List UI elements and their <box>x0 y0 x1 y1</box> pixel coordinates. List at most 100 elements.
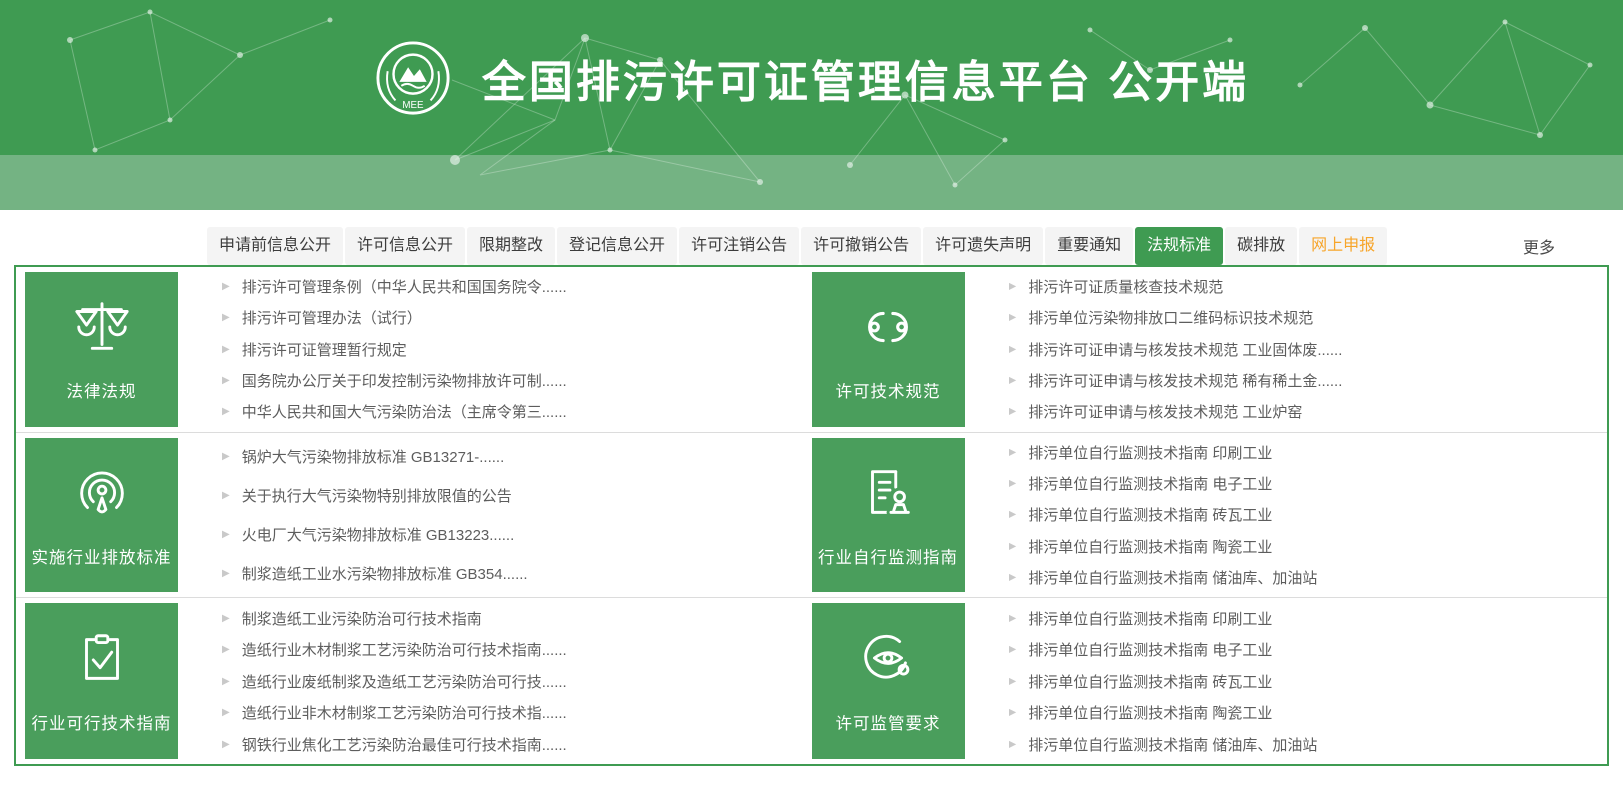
scales-icon <box>71 296 133 358</box>
header-light-band <box>0 155 1623 210</box>
link-item[interactable]: ▶ 排污许可证质量核查技术规范 <box>1009 276 1588 297</box>
link-item[interactable]: ▶ 关于执行大气污染物特别排放限值的公告 <box>222 485 792 506</box>
section-title: 实施行业排放标准 <box>31 548 172 567</box>
arrow-icon: ▶ <box>222 343 230 355</box>
link-item[interactable]: ▶ 火电厂大气污染物排放标准 GB13223...... <box>222 524 792 545</box>
tab-registration-info-disclosure[interactable]: 登记信息公开 <box>557 227 678 265</box>
section-title: 许可技术规范 <box>835 383 941 402</box>
link-item[interactable]: ▶ 排污许可管理办法（试行） <box>222 307 792 328</box>
link-list: ▶ 排污单位自行监测技术指南 印刷工业 ▶ 排污单位自行监测技术指南 电子工业 ▶ 排污单… <box>965 433 1608 598</box>
tab-permit-info-disclosure[interactable]: 许可信息公开 <box>345 227 466 265</box>
link-item[interactable]: ▶ 锅炉大气污染物排放标准 GB13271-...... <box>222 446 792 467</box>
arrow-icon: ▶ <box>1008 375 1017 387</box>
link-item[interactable]: ▶ 制浆造纸工业污染防治可行技术指南 <box>222 608 792 629</box>
section-title: 许可监管要求 <box>835 715 941 734</box>
arrow-icon: ▶ <box>1008 446 1017 458</box>
link-item[interactable]: ▶ 造纸行业废纸制浆及造纸工艺污染防治可行技...... <box>222 671 792 692</box>
section-label-supervision[interactable]: 许可监管要求 <box>811 603 965 759</box>
section-emission-standards: 实施行业排放标准 ▶ 锅炉大气污染物排放标准 GB13271-...... ▶ 关于执… <box>16 433 812 599</box>
link-list: ▶ 排污许可证质量核查技术规范 ▶ 排污单位污染物排放口二维码标识技术规范 ▶ 排污许可证… <box>965 267 1608 432</box>
section-label-permit-specs[interactable]: 许可技术规范 <box>811 272 965 427</box>
section-self-monitoring: 行业自行监测指南 ▶ 排污单位自行监测技术指南 印刷工业 ▶ 排污单位自行监测技术指南… <box>811 433 1608 599</box>
link-item[interactable]: ▶ 排污单位自行监测技术指南 砖瓦工业 <box>1009 671 1588 692</box>
arrow-icon: ▶ <box>1008 478 1017 490</box>
arrow-icon: ▶ <box>222 707 230 719</box>
arrow-icon: ▶ <box>1008 281 1017 293</box>
arrow-icon: ▶ <box>222 489 230 501</box>
link-item[interactable]: ▶ 排污许可证申请与核发技术规范 稀有稀土金...... <box>1009 370 1588 391</box>
arrow-icon: ▶ <box>222 375 230 387</box>
link-item[interactable]: ▶ 排污许可证申请与核发技术规范 工业炉窑 <box>1009 401 1588 422</box>
tab-carbon-emission[interactable]: 碳排放 <box>1225 227 1298 265</box>
link-item[interactable]: ▶ 排污单位自行监测技术指南 储油库、加油站 <box>1009 734 1588 755</box>
arrow-icon: ▶ <box>1008 738 1017 750</box>
clipboard-check-icon <box>71 628 133 690</box>
broadcast-icon <box>71 462 133 524</box>
arrow-icon: ▶ <box>222 568 230 580</box>
svg-text:MEE: MEE <box>402 100 424 111</box>
section-title: 行业可行技术指南 <box>31 715 172 734</box>
section-label-emission-standards[interactable]: 实施行业排放标准 <box>25 437 178 593</box>
link-item[interactable]: ▶ 排污许可管理条例（中华人民共和国国务院令...... <box>222 276 792 297</box>
link-item[interactable]: ▶ 制浆造纸工业水污染物排放标准 GB354...... <box>222 563 792 584</box>
link-item[interactable]: ▶ 排污单位自行监测技术指南 印刷工业 <box>1009 608 1588 629</box>
site-title: 全国排污许可证管理信息平台 公开端 <box>481 57 1250 107</box>
tab-permit-cancellation-notice[interactable]: 许可注销公告 <box>679 227 800 265</box>
section-title: 行业自行监测指南 <box>818 548 958 567</box>
brand: MEE 全国排污许可证管理信息平台 公开端 <box>0 0 1623 155</box>
link-item[interactable]: ▶ 排污单位自行监测技术指南 砖瓦工业 <box>1009 504 1588 525</box>
link-list: ▶ 制浆造纸工业污染防治可行技术指南 ▶ 造纸行业木材制浆工艺污染防治可行技术指南..… <box>178 598 812 764</box>
tab-permit-loss-statement[interactable]: 许可遗失声明 <box>923 227 1044 265</box>
tab-online-declaration[interactable]: 网上申报 <box>1299 227 1388 265</box>
tab-permit-revocation-notice[interactable]: 许可撤销公告 <box>801 227 922 265</box>
section-label-laws[interactable]: 法律法规 <box>25 272 178 427</box>
link-item[interactable]: ▶ 排污单位自行监测技术指南 印刷工业 <box>1009 442 1588 463</box>
link-item[interactable]: ▶ 造纸行业非木材制浆工艺污染防治可行技术指...... <box>222 702 792 723</box>
arrow-icon: ▶ <box>1008 675 1017 687</box>
more-link[interactable]: 更多 <box>1523 234 1555 258</box>
section-label-feasible-tech[interactable]: 行业可行技术指南 <box>25 603 178 759</box>
link-item[interactable]: ▶ 排污单位自行监测技术指南 陶瓷工业 <box>1009 702 1588 723</box>
tab-list: 申请前信息公开 许可信息公开 限期整改 登记信息公开 许可注销公告 许可撤销公告 许可遗失声… <box>207 227 1389 265</box>
arrow-icon: ▶ <box>222 738 230 750</box>
link-item[interactable]: ▶ 造纸行业木材制浆工艺污染防治可行技术指南...... <box>222 639 792 660</box>
link-item[interactable]: ▶ 排污许可证申请与核发技术规范 工业固体废...... <box>1009 339 1588 360</box>
arrow-icon: ▶ <box>222 529 230 541</box>
section-laws: 法律法规 ▶ 排污许可管理条例（中华人民共和国国务院令...... ▶ 排污许可管理办… <box>16 267 812 433</box>
link-item[interactable]: ▶ 排污单位自行监测技术指南 储油库、加油站 <box>1009 567 1588 588</box>
arrow-icon: ▶ <box>222 312 230 324</box>
section-supervision: 许可监管要求 ▶ 排污单位自行监测技术指南 印刷工业 ▶ 排污单位自行监测技术指南 电… <box>811 598 1608 764</box>
link-list: ▶ 排污单位自行监测技术指南 印刷工业 ▶ 排污单位自行监测技术指南 电子工业 ▶ 排污单… <box>965 598 1608 764</box>
section-feasible-tech: 行业可行技术指南 ▶ 制浆造纸工业污染防治可行技术指南 ▶ 造纸行业木材制浆工艺污染防… <box>16 598 812 764</box>
site-header: MEE 全国排污许可证管理信息平台 公开端 <box>0 0 1623 210</box>
arrow-icon: ▶ <box>1008 644 1017 656</box>
section-title: 法律法规 <box>66 383 137 402</box>
arrow-icon: ▶ <box>222 675 230 687</box>
link-item[interactable]: ▶ 排污单位自行监测技术指南 陶瓷工业 <box>1009 536 1588 557</box>
link-item[interactable]: ▶ 排污单位污染物排放口二维码标识技术规范 <box>1009 307 1588 328</box>
mee-logo: MEE <box>374 39 452 117</box>
section-label-self-monitoring[interactable]: 行业自行监测指南 <box>811 437 965 593</box>
arrow-icon: ▶ <box>1008 612 1017 624</box>
tab-important-notice[interactable]: 重要通知 <box>1045 227 1134 265</box>
tab-bar: 申请前信息公开 许可信息公开 限期整改 登记信息公开 许可注销公告 许可撤销公告 许可遗失声… <box>207 227 1555 265</box>
link-item[interactable]: ▶ 排污单位自行监测技术指南 电子工业 <box>1009 639 1588 660</box>
content-grid: 法律法规 ▶ 排污许可管理条例（中华人民共和国国务院令...... ▶ 排污许可管理办… <box>14 265 1609 766</box>
arrow-icon: ▶ <box>1008 509 1017 521</box>
arrow-icon: ▶ <box>222 406 230 418</box>
tab-deadline-rectification[interactable]: 限期整改 <box>467 227 556 265</box>
arrow-icon: ▶ <box>1008 406 1017 418</box>
arrow-icon: ▶ <box>1008 572 1017 584</box>
link-item[interactable]: ▶ 中华人民共和国大气污染防治法（主席令第三...... <box>222 401 792 422</box>
eye-monitor-icon <box>857 628 919 690</box>
chain-links-icon <box>857 296 919 358</box>
link-item[interactable]: ▶ 排污单位自行监测技术指南 电子工业 <box>1009 473 1588 494</box>
tab-pre-application-disclosure[interactable]: 申请前信息公开 <box>207 227 344 265</box>
link-item[interactable]: ▶ 国务院办公厅关于印发控制污染物排放许可制...... <box>222 370 792 391</box>
link-list: ▶ 排污许可管理条例（中华人民共和国国务院令...... ▶ 排污许可管理办法（试行）… <box>178 267 812 432</box>
arrow-icon: ▶ <box>222 612 230 624</box>
tab-regulations-standards[interactable]: 法规标准 <box>1135 227 1224 265</box>
arrow-icon: ▶ <box>1008 343 1017 355</box>
link-item[interactable]: ▶ 排污许可证管理暂行规定 <box>222 339 792 360</box>
link-item[interactable]: ▶ 钢铁行业焦化工艺污染防治最佳可行技术指南...... <box>222 734 792 755</box>
